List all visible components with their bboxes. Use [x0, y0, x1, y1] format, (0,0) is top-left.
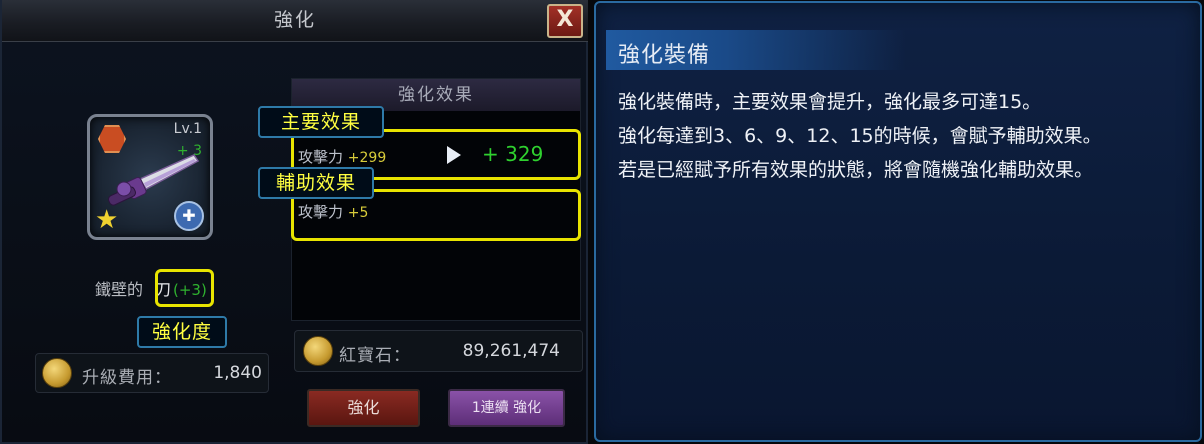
- coin-icon: [42, 358, 72, 388]
- help-line: 強化每達到3、6、9、12、15的時候，會賦予輔助效果。: [618, 125, 1102, 147]
- ruby-label: 紅寶石：: [339, 346, 411, 366]
- item-level: Lv.1: [173, 121, 202, 137]
- item-name-prefix: 鐵壁的: [95, 280, 144, 299]
- help-title: 強化裝備: [618, 43, 711, 68]
- ruby-value: 89,261,474: [462, 341, 560, 361]
- help-line: 若是已經賦予所有效果的狀態，將會隨機強化輔助效果。: [618, 159, 1094, 181]
- arrow-right-icon: [447, 146, 461, 164]
- continuous-enhance-button[interactable]: 1連續 強化: [448, 389, 565, 427]
- item-slot[interactable]: Lv.1 + 3 ★ ✚: [87, 114, 213, 240]
- main-effect-tag: 主要效果: [258, 106, 384, 138]
- upgrade-cost-bar: 升級費用： 1,840: [35, 353, 269, 393]
- star-icon: ★: [95, 205, 119, 235]
- enhance-window: 強化 X Lv.1 + 3 ★ ✚ 鐵壁的 刀 (+3) 強化度 升級費用： 1…: [0, 0, 588, 444]
- ruby-coin-icon: [303, 336, 333, 366]
- sub-effect-stat: 攻擊力: [298, 203, 344, 221]
- shield-icon: ✚: [174, 201, 204, 231]
- sub-effect-row: 攻擊力 +5: [298, 201, 368, 222]
- ruby-bar: 紅寶石： 89,261,474: [294, 330, 583, 372]
- upgrade-cost-label: 升級費用：: [82, 368, 172, 388]
- upgrade-cost-value: 1,840: [213, 363, 262, 383]
- enhance-level-highlight: [155, 269, 214, 307]
- window-title: 強化: [273, 9, 316, 31]
- main-effect-stat: 攻擊力: [298, 148, 344, 166]
- enhance-level-tag: 強化度: [137, 316, 227, 348]
- close-button[interactable]: X: [547, 4, 583, 38]
- help-line: 強化裝備時，主要效果會提升，強化最多可達15。: [618, 91, 1042, 113]
- main-effect-next: + 329: [482, 142, 544, 166]
- main-effect-current: +299: [347, 150, 387, 166]
- enhance-button[interactable]: 強化: [307, 389, 420, 427]
- help-panel: 強化裝備 強化裝備時，主要效果會提升，強化最多可達15。 強化每達到3、6、9、…: [594, 1, 1202, 442]
- sub-effect-tag: 輔助效果: [258, 167, 374, 199]
- item-name: 鐵壁的: [95, 276, 143, 300]
- main-effect-row: 攻擊力 +299: [298, 146, 386, 167]
- sub-effect-value: +5: [347, 205, 369, 221]
